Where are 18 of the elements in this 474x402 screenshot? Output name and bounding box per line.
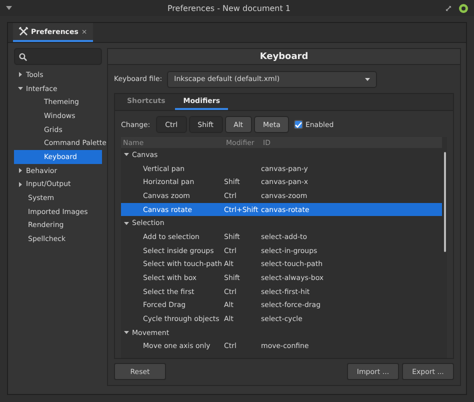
search-icon — [19, 52, 27, 60]
close-icon[interactable] — [458, 4, 468, 12]
caret-down-icon[interactable] — [6, 6, 12, 10]
enabled-checkbox[interactable] — [294, 120, 304, 129]
search-field[interactable] — [14, 48, 102, 65]
caret-down-icon[interactable] — [18, 86, 23, 92]
restore-icon[interactable] — [446, 6, 451, 10]
page-title: Keyboard — [108, 49, 460, 65]
caret-right-icon[interactable] — [18, 182, 23, 187]
caret-right-icon[interactable] — [18, 72, 23, 78]
caret-down-icon — [365, 78, 370, 80]
window-title: Preferences - New document 1 — [167, 4, 290, 12]
caret-down-icon[interactable] — [124, 152, 129, 158]
caret-right-icon[interactable] — [18, 168, 23, 174]
caret-down-icon[interactable] — [124, 220, 129, 226]
tools-icon — [19, 27, 28, 36]
caret-down-icon[interactable] — [124, 330, 129, 336]
scrollbar[interactable] — [444, 152, 446, 252]
